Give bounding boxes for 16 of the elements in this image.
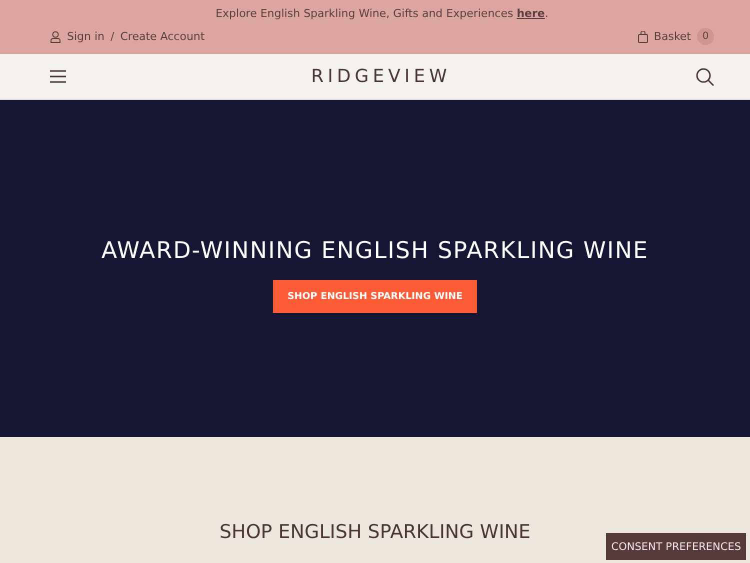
basket-link[interactable]: Basket (654, 30, 691, 43)
bag-icon[interactable] (638, 30, 648, 42)
shop-button[interactable]: SHOP ENGLISH SPARKLING WINE (273, 280, 477, 313)
announcement-text: Explore English Sparkling Wine, Gifts and Experiences here. (214, 6, 550, 22)
hero-title: AWARD-WINNING ENGLISH SPARKLING WINE (101, 238, 649, 264)
section-title: SHOP ENGLISH SPARKLING WINE (219, 521, 531, 543)
create-account-link[interactable]: Create Account (120, 30, 205, 43)
consent-button[interactable]: CONSENT PREFERENCES (606, 533, 746, 560)
search-icon[interactable] (696, 68, 714, 86)
here-link[interactable]: here (516, 7, 545, 20)
separator: / (110, 30, 114, 43)
user-icon[interactable] (50, 30, 61, 42)
sign-in-link[interactable]: Sign in (67, 30, 105, 43)
basket-count: 0 (697, 28, 714, 45)
logo[interactable]: RIDGEVIEW (311, 66, 451, 87)
menu-icon[interactable] (50, 70, 66, 83)
